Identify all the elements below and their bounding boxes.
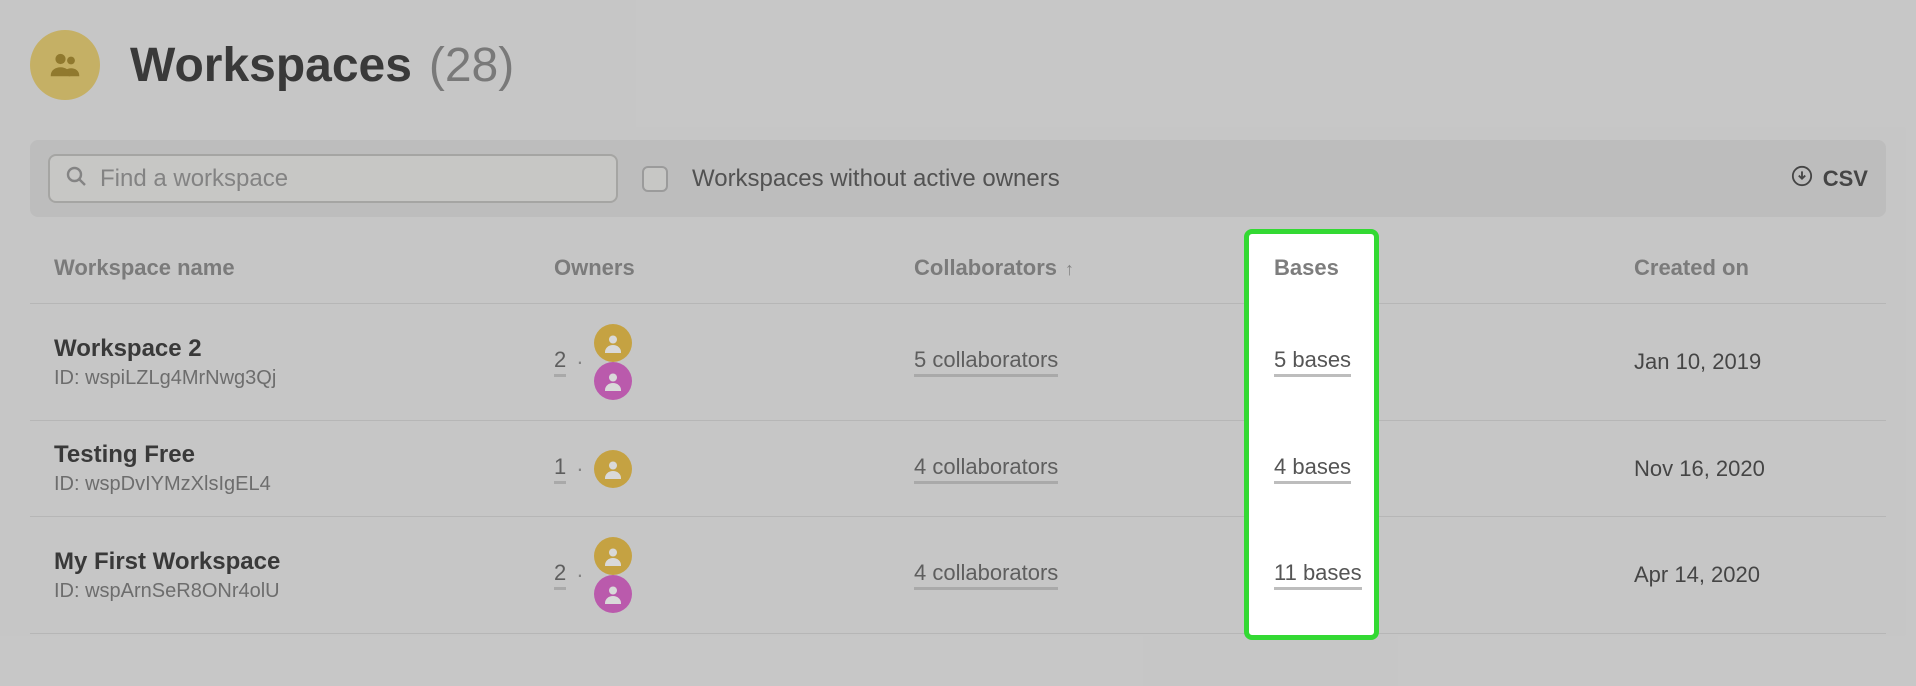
table-row[interactable]: Testing Free ID: wspDvIYMzXlsIgEL4 1 · 4…	[30, 421, 1886, 517]
owner-avatar[interactable]	[594, 362, 632, 400]
separator-dot: ·	[576, 349, 583, 375]
page-title: Workspaces (28)	[130, 38, 514, 93]
search-input[interactable]	[100, 165, 602, 193]
workspace-name: My First Workspace	[54, 548, 506, 576]
col-header-owners[interactable]: Owners	[530, 235, 890, 304]
search-icon	[64, 164, 88, 193]
collaborators-link[interactable]: 4 collaborators	[914, 454, 1058, 484]
col-header-collaborators[interactable]: Collaborators↑	[890, 235, 1250, 304]
owner-avatar[interactable]	[594, 575, 632, 613]
toolbar: Workspaces without active owners CSV	[30, 140, 1886, 217]
owner-count[interactable]: 1	[554, 454, 566, 484]
users-icon	[30, 30, 100, 100]
col-header-bases[interactable]: Bases	[1250, 235, 1610, 304]
table-row[interactable]: Workspace 2 ID: wspiLZLg4MrNwg3Qj 2 · 5 …	[30, 304, 1886, 421]
download-icon	[1791, 165, 1813, 193]
page-header: Workspaces (28)	[30, 30, 1886, 100]
workspace-name: Testing Free	[54, 441, 506, 469]
owner-avatars	[594, 450, 632, 488]
collaborators-link[interactable]: 4 collaborators	[914, 560, 1058, 590]
created-on: Nov 16, 2020	[1634, 456, 1765, 481]
csv-export-button[interactable]: CSV	[1791, 165, 1868, 193]
owner-avatars	[594, 324, 632, 400]
sort-ascending-icon: ↑	[1065, 259, 1074, 279]
col-header-created[interactable]: Created on	[1610, 235, 1886, 304]
page-title-count: (28)	[429, 39, 514, 92]
workspaces-table: Workspace name Owners Collaborators↑ Bas…	[30, 235, 1886, 634]
csv-export-label: CSV	[1823, 166, 1868, 192]
owner-count[interactable]: 2	[554, 347, 566, 377]
owner-count[interactable]: 2	[554, 560, 566, 590]
page-title-text: Workspaces	[130, 39, 412, 92]
col-header-name[interactable]: Workspace name	[30, 235, 530, 304]
workspace-id: ID: wspiLZLg4MrNwg3Qj	[54, 367, 506, 390]
table-header-row: Workspace name Owners Collaborators↑ Bas…	[30, 235, 1886, 304]
created-on: Apr 14, 2020	[1634, 562, 1760, 587]
table-row[interactable]: My First Workspace ID: wspArnSeR8ONr4olU…	[30, 517, 1886, 634]
search-box[interactable]	[48, 154, 618, 203]
owner-avatars	[594, 537, 632, 613]
filter-checkbox[interactable]	[642, 166, 668, 192]
collaborators-link[interactable]: 5 collaborators	[914, 347, 1058, 377]
owner-avatar[interactable]	[594, 537, 632, 575]
bases-link[interactable]: 11 bases	[1274, 560, 1362, 590]
workspace-id: ID: wspDvIYMzXlsIgEL4	[54, 473, 506, 496]
owner-avatar[interactable]	[594, 450, 632, 488]
workspace-name: Workspace 2	[54, 335, 506, 363]
created-on: Jan 10, 2019	[1634, 349, 1761, 374]
separator-dot: ·	[576, 562, 583, 588]
owner-avatar[interactable]	[594, 324, 632, 362]
workspace-id: ID: wspArnSeR8ONr4olU	[54, 580, 506, 603]
filter-checkbox-label: Workspaces without active owners	[692, 165, 1060, 193]
bases-link[interactable]: 4 bases	[1274, 454, 1351, 484]
separator-dot: ·	[576, 456, 583, 482]
bases-link[interactable]: 5 bases	[1274, 347, 1351, 377]
